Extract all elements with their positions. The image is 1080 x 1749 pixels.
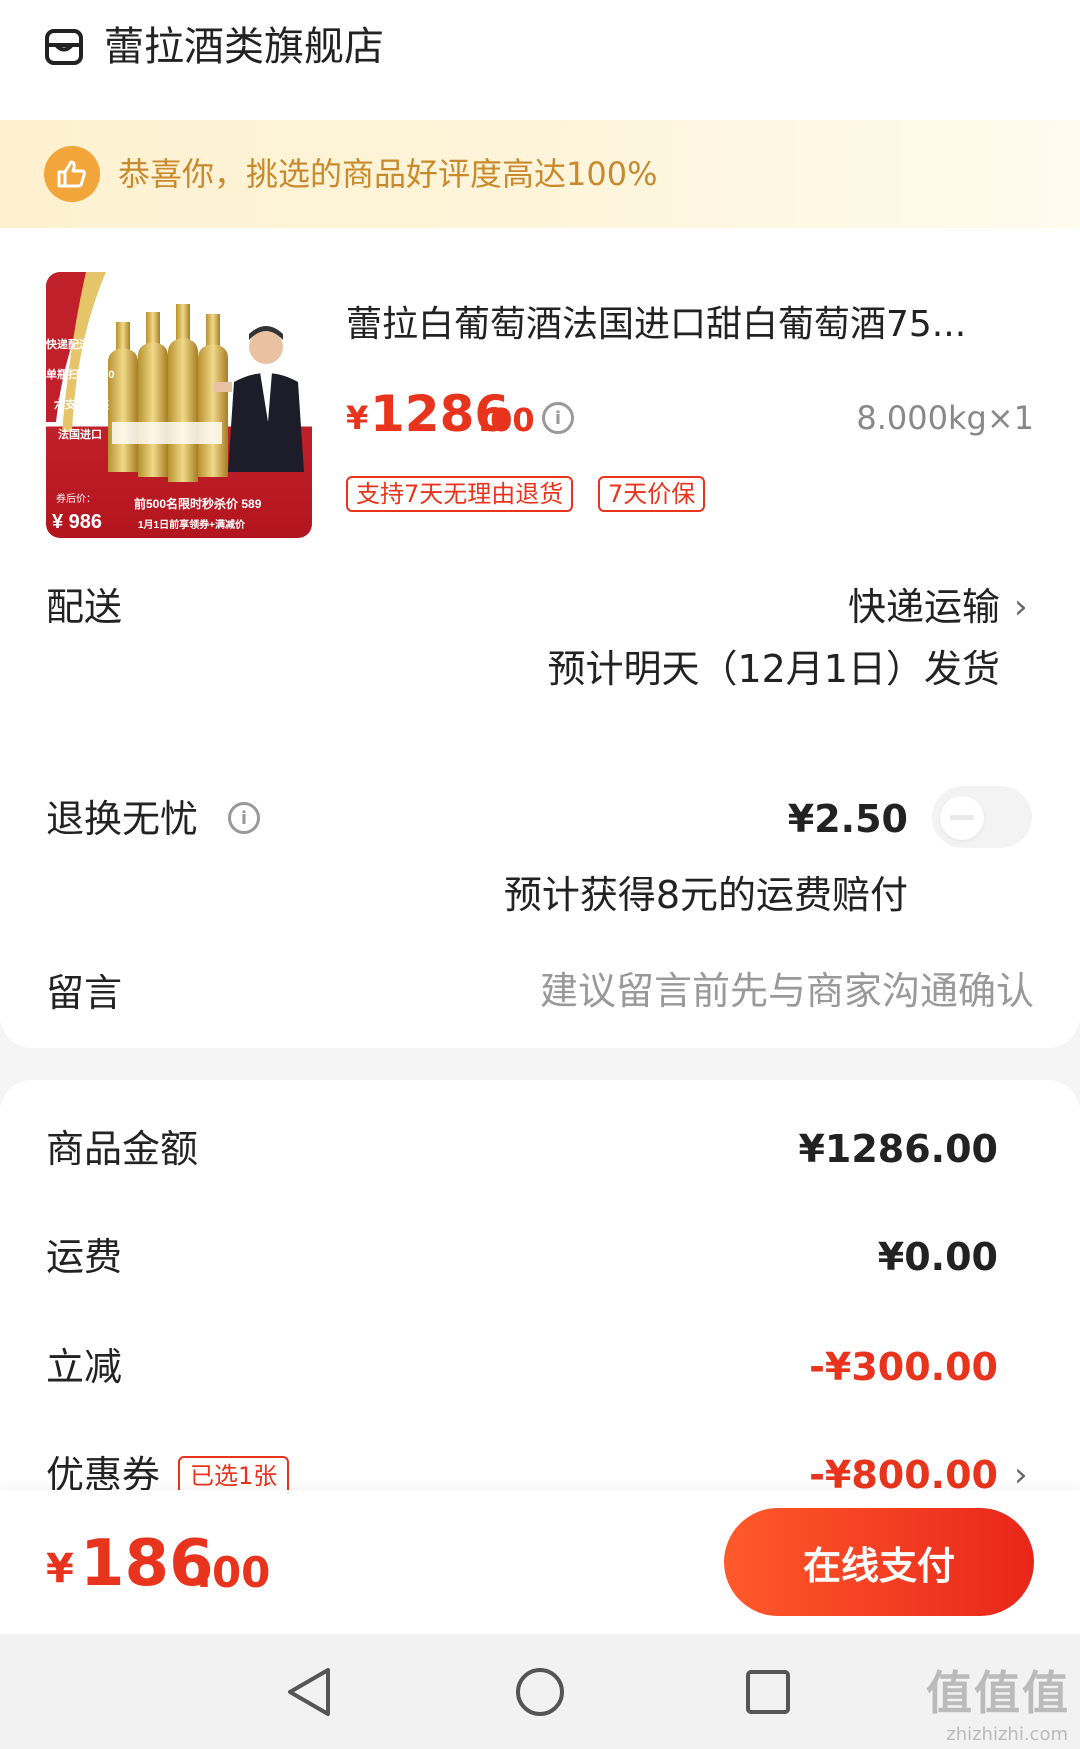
shipping-value: ¥0.00 (877, 1235, 998, 1279)
discount-value: -¥300.00 (809, 1345, 998, 1389)
price-protect-tag: 7天价保 (598, 476, 706, 512)
shipping-label: 运费 (46, 1235, 123, 1279)
delivery-label: 配送 (46, 585, 123, 629)
recents-icon[interactable] (744, 1668, 792, 1716)
svg-text:法国进口: 法国进口 (58, 427, 102, 441)
svg-text:快递配送 京东: 快递配送 京东 (46, 337, 115, 351)
total-integer: 186 (80, 1527, 214, 1601)
pay-online-button[interactable]: 在线支付 (724, 1508, 1034, 1616)
svg-text:单瓶扫码1890: 单瓶扫码1890 (46, 367, 114, 381)
svg-text:¥ 986: ¥ 986 (52, 511, 102, 533)
chevron-right-icon[interactable]: › (1014, 582, 1028, 632)
svg-text:前500名限时秒杀价 589: 前500名限时秒杀价 589 (134, 496, 262, 511)
price-decimal: .00 (478, 401, 535, 439)
goods-amount-label: 商品金额 (46, 1127, 199, 1171)
discount-label: 立减 (46, 1345, 123, 1389)
minus-icon (950, 815, 974, 820)
product-weight-qty: 8.000kg×1 (856, 399, 1034, 437)
product-image[interactable]: 快递配送 京东 单瓶扫码1890 六支礼盒装 法国进口 券后价： ¥ 986 前… (46, 272, 312, 538)
delivery-estimate: 预计明天（12月1日）发货 (547, 647, 1000, 691)
thumbs-up-icon (44, 146, 100, 202)
return-policy-tag: 支持7天无理由退货 (346, 476, 574, 512)
watermark-url: zhizhizhi.com (946, 1724, 1068, 1745)
return-insurance-price: ¥2.50 (787, 797, 908, 841)
total-decimal: .00 (196, 1548, 271, 1597)
price-currency: ¥ (346, 399, 369, 437)
svg-text:六支礼盒装: 六支礼盒装 (54, 397, 109, 411)
return-insurance-label: 退换无忧 (46, 797, 199, 841)
product-title[interactable]: 蕾拉白葡萄酒法国进口甜白葡萄酒75... (346, 300, 966, 350)
banner-text: 恭喜你，挑选的商品好评度高达100% (118, 155, 658, 193)
return-info-icon[interactable]: i (228, 802, 260, 834)
delivery-method[interactable]: 快递运输 (848, 582, 1000, 632)
total-currency: ¥ (46, 1546, 74, 1592)
watermark: 值值值 (926, 1666, 1070, 1720)
home-icon[interactable] (514, 1666, 566, 1718)
price-info-icon[interactable]: i (542, 402, 574, 434)
svg-text:券后价：: 券后价： (56, 492, 96, 505)
message-input[interactable]: 建议留言前先与商家沟通确认 (540, 966, 1034, 1016)
goods-amount-value: ¥1286.00 (798, 1127, 998, 1171)
svg-text:1月1日前享领券+满减价: 1月1日前享领券+满减价 (138, 518, 246, 531)
back-icon[interactable] (284, 1666, 334, 1718)
return-insurance-note: 预计获得8元的运费赔付 (503, 873, 908, 917)
message-label: 留言 (46, 971, 123, 1015)
store-name[interactable]: 蕾拉酒类旗舰店 (104, 20, 384, 74)
store-icon (45, 29, 83, 65)
